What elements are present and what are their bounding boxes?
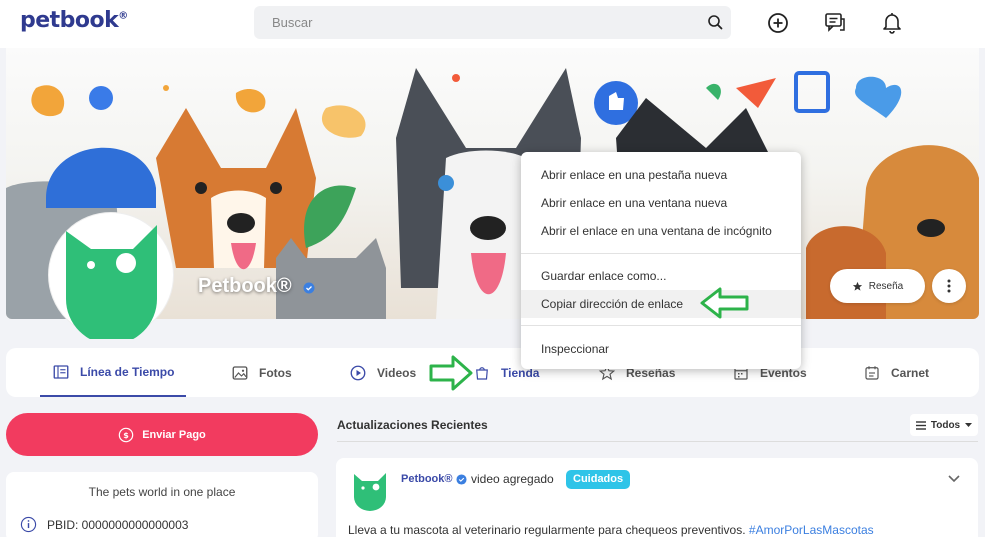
page-tagline: The pets world in one place [88, 485, 236, 499]
video-icon [350, 365, 366, 380]
id-card-icon [865, 365, 879, 380]
more-vertical-icon [947, 279, 951, 293]
post-text: Lleva a tu mascota al veterinario regula… [348, 523, 874, 537]
post-author[interactable]: Petbook® [401, 473, 453, 485]
filter-dropdown[interactable]: Todos [910, 414, 978, 436]
profile-avatar[interactable] [48, 212, 174, 345]
dollar-icon: $ [118, 427, 134, 442]
top-bar: petbook® [0, 0, 985, 48]
post-action: video agregado [471, 472, 554, 486]
menu-open-new-window[interactable]: Abrir enlace en una ventana nueva [521, 189, 801, 217]
annotation-arrow-right-icon [429, 355, 473, 391]
verified-badge-icon [456, 474, 467, 485]
search-box[interactable] [254, 6, 731, 39]
star-icon [852, 281, 862, 291]
petbook-logo[interactable]: petbook® [20, 8, 128, 33]
caret-down-icon [965, 423, 973, 427]
info-icon [20, 516, 37, 533]
menu-open-new-tab[interactable]: Abrir enlace en una pestaña nueva [521, 161, 801, 189]
post-author-avatar[interactable] [352, 471, 388, 511]
verified-badge-icon [303, 282, 315, 294]
svg-text:$: $ [123, 431, 129, 440]
chevron-down-icon[interactable] [948, 475, 960, 483]
menu-copy-link-address[interactable]: Copiar dirección de enlace [521, 290, 801, 318]
search-icon[interactable] [707, 14, 723, 30]
annotation-arrow-left-icon [700, 287, 749, 319]
photo-icon [232, 365, 248, 380]
timeline-icon [53, 364, 69, 379]
menu-inspect[interactable]: Inspeccionar [521, 335, 801, 363]
more-options-button[interactable] [932, 269, 966, 303]
category-badge[interactable]: Cuidados [566, 470, 631, 489]
menu-open-incognito[interactable]: Abrir el enlace en una ventana de incógn… [521, 217, 801, 245]
page-info-card: The pets world in one place PBID: 000000… [6, 472, 318, 537]
send-payment-button[interactable]: $ Enviar Pago [6, 413, 318, 456]
cat-logo-icon [66, 225, 157, 345]
feed-divider [337, 441, 978, 442]
pbid-row: PBID: 0000000000000003 [20, 516, 188, 533]
feed-post: Petbook® video agregado Cuidados Lleva a… [336, 458, 978, 537]
recent-updates-title: Actualizaciones Recientes [337, 418, 488, 432]
chat-icon[interactable] [823, 11, 847, 35]
menu-save-link-as[interactable]: Guardar enlace como... [521, 262, 801, 290]
post-hashtag[interactable]: #AmorPorLasMascotas [749, 523, 874, 537]
menu-separator [521, 325, 801, 326]
bell-icon[interactable] [880, 11, 904, 35]
tab-id-card[interactable]: Carnet [863, 348, 929, 397]
page-name: Petbook® [198, 275, 292, 297]
shopping-bag-icon [476, 366, 488, 380]
tab-timeline[interactable]: Línea de Tiempo [40, 348, 187, 397]
review-button[interactable]: Reseña [830, 269, 925, 303]
tab-videos[interactable]: Videos [349, 348, 416, 397]
context-menu: Abrir enlace en una pestaña nueva Abrir … [521, 152, 801, 369]
add-circle-icon[interactable] [766, 11, 790, 35]
menu-separator [521, 253, 801, 254]
profile-tabs: Línea de Tiempo Fotos Videos Tienda Rese… [6, 348, 979, 397]
tab-photos[interactable]: Fotos [231, 348, 292, 397]
menu-icon [915, 420, 926, 430]
search-input[interactable] [254, 6, 674, 39]
